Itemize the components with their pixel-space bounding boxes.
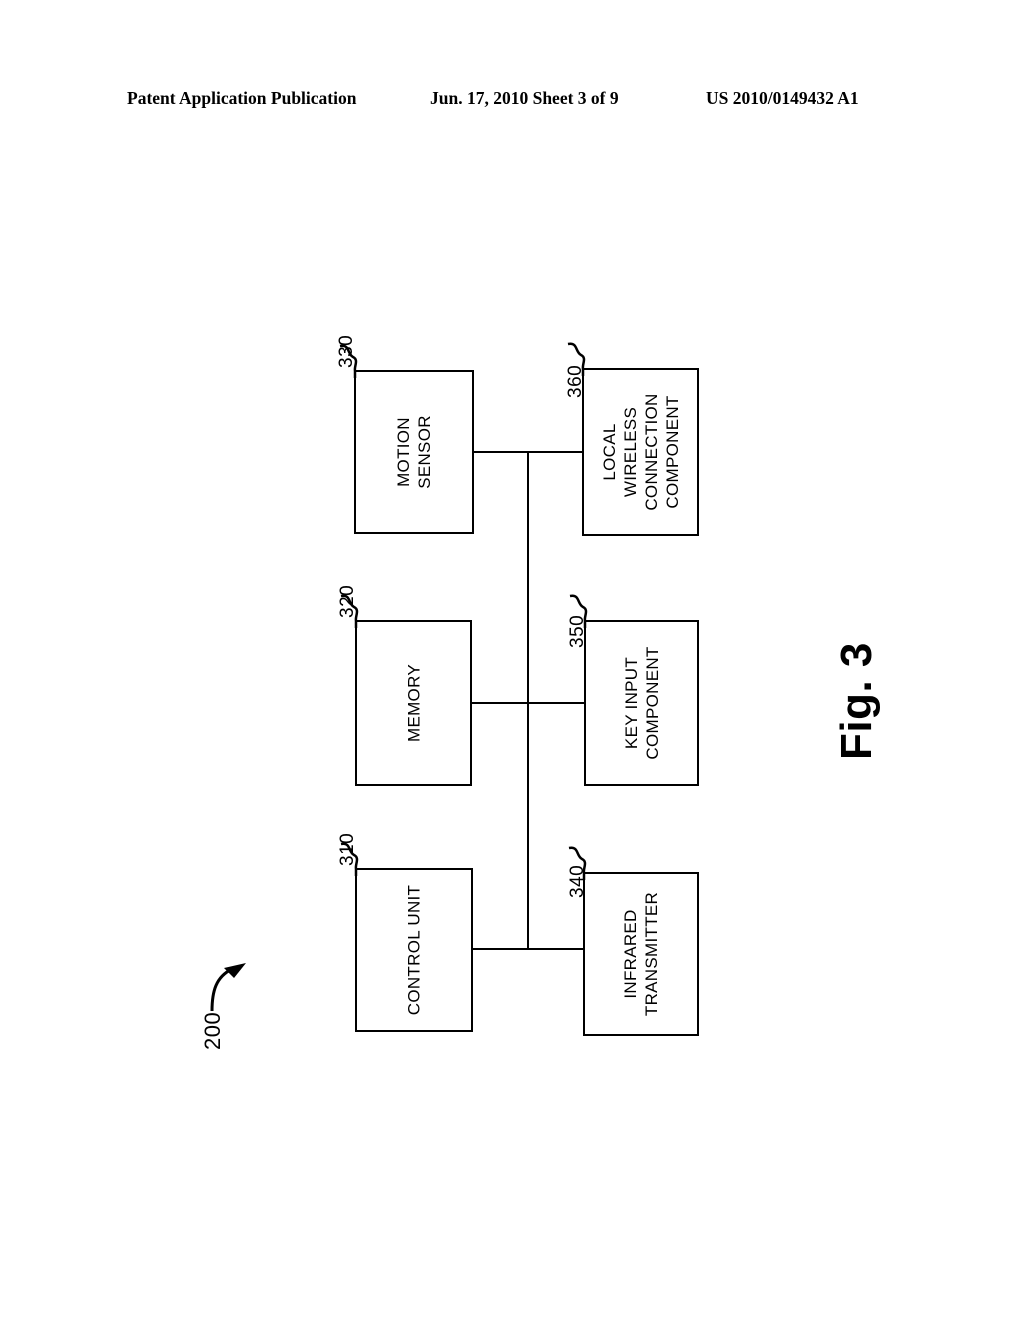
block-infrared-transmitter: INFRARED TRANSMITTER xyxy=(583,872,699,1036)
block-label-line: KEY INPUT COMPONENT xyxy=(621,646,662,760)
block-label-line: MOTION SENSOR xyxy=(394,415,434,489)
block-label-line: INFRARED TRANSMITTER xyxy=(621,891,661,1017)
figure-block-diagram: MOTION SENSOR LOCAL WIRELESS CONNECTION COMP… xyxy=(0,0,1024,1320)
leader-line-310 xyxy=(340,842,359,876)
figure-caption: Fig. 3 xyxy=(832,642,881,760)
block-label-line: MEMORY xyxy=(404,664,423,742)
block-label-key-input-component: KEY INPUT COMPONENT xyxy=(621,646,663,759)
block-label-local-wireless-connection-component: LOCAL WIRELESS CONNECTION COMPONENT xyxy=(599,393,683,510)
block-label-line: LOCAL WIRELESS CONNECTION COMPONENT xyxy=(599,393,682,511)
block-label-memory: MEMORY xyxy=(403,664,424,742)
block-label-control-unit: CONTROL UNIT xyxy=(404,885,425,1015)
block-label-line: CONTROL UNIT xyxy=(404,884,424,1016)
block-label-infrared-transmitter: INFRARED TRANSMITTER xyxy=(620,892,662,1016)
bus-spine-line xyxy=(527,451,529,950)
block-label-motion-sensor: MOTION SENSOR xyxy=(393,415,435,489)
reference-numeral-200: 200 xyxy=(200,1011,225,1050)
leader-line-340 xyxy=(568,846,587,880)
block-local-wireless-connection-component: LOCAL WIRELESS CONNECTION COMPONENT xyxy=(582,368,699,536)
leader-line-320 xyxy=(340,594,359,628)
block-control-unit: CONTROL UNIT xyxy=(355,868,473,1032)
block-motion-sensor: MOTION SENSOR xyxy=(354,370,474,534)
leader-line-350 xyxy=(569,594,588,628)
leader-line-330 xyxy=(339,344,358,378)
leader-line-360 xyxy=(567,342,586,376)
block-key-input-component: KEY INPUT COMPONENT xyxy=(584,620,699,786)
block-memory: MEMORY xyxy=(355,620,472,786)
system-pointer-arrow-icon xyxy=(210,963,246,1012)
